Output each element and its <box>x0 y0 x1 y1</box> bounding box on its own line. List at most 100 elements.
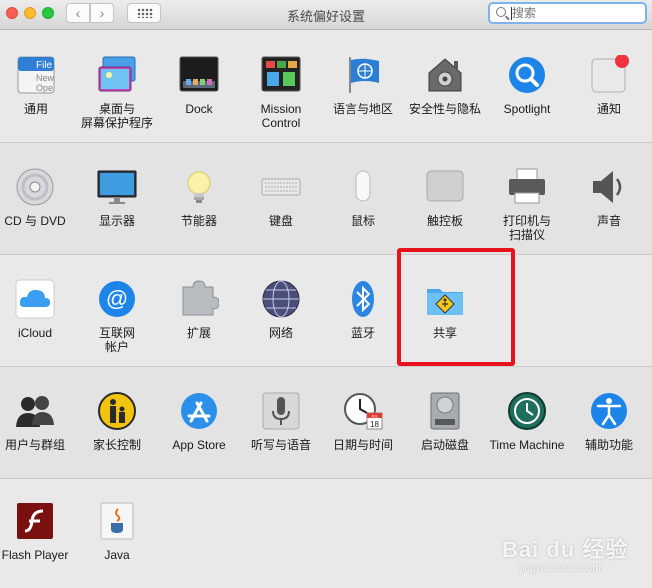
parental-controls-icon <box>97 391 137 431</box>
startup-disk-icon <box>425 391 465 431</box>
pane-network[interactable]: 网络 <box>240 279 322 340</box>
pane-extensions[interactable]: 扩展 <box>158 279 240 340</box>
pane-label: Dock <box>185 102 213 116</box>
watermark-brand: Bai du 经验 <box>502 537 629 562</box>
pane-general[interactable]: File New Ope 通用 <box>0 55 77 116</box>
flash-player-icon <box>15 501 55 541</box>
dictation-speech-icon <box>261 391 301 431</box>
general-file-text: File <box>36 60 53 71</box>
pane-label: Java <box>104 548 130 562</box>
title-bar: ‹ › 系统偏好设置 <box>0 0 652 30</box>
pane-label: 通知 <box>596 102 621 116</box>
pane-label: 家长控制 <box>92 438 141 452</box>
pane-parental-controls[interactable]: 家长控制 <box>76 391 158 452</box>
pane-mission-control[interactable]: Mission Control <box>240 55 322 130</box>
pane-accessibility[interactable]: 辅助功能 <box>568 391 650 452</box>
pane-dictation-speech[interactable]: 听写与语音 <box>240 391 322 452</box>
pane-energy-saver[interactable]: 节能器 <box>158 167 240 228</box>
pane-label: Time Machine <box>489 438 565 452</box>
general-new-text: New <box>36 73 55 83</box>
displays-icon <box>97 167 137 207</box>
pane-sound[interactable]: 声音 <box>568 167 650 228</box>
search-icon <box>496 7 506 17</box>
general-open-text: Ope <box>36 83 53 93</box>
users-groups-icon <box>15 391 55 431</box>
pane-spotlight[interactable]: Spotlight <box>486 55 568 116</box>
pane-label: 触控板 <box>426 214 463 228</box>
section-system: 用户与群组 家长控制 App Store 听写与语音 JUL 18 日期与时间 … <box>0 367 652 479</box>
network-icon <box>261 279 301 319</box>
pane-flash-player[interactable]: Flash Player <box>0 501 76 562</box>
pane-label: 键盘 <box>268 214 293 228</box>
pane-label: 蓝牙 <box>350 326 375 340</box>
keyboard-icon <box>261 167 301 207</box>
pane-label: 语言与地区 <box>332 102 393 116</box>
section-personal: File New Ope 通用 桌面与 屏幕保护程序 Dock Mission … <box>0 31 652 143</box>
accessibility-icon <box>589 391 629 431</box>
pane-keyboard[interactable]: 键盘 <box>240 167 322 228</box>
trackpad-icon <box>425 167 465 207</box>
pane-trackpad[interactable]: 触控板 <box>404 167 486 228</box>
pane-bluetooth[interactable]: 蓝牙 <box>322 279 404 340</box>
security-privacy-icon <box>425 55 465 95</box>
dock-icon <box>179 55 219 95</box>
pane-label: CD 与 DVD <box>4 214 66 228</box>
pane-dock[interactable]: Dock <box>158 55 240 116</box>
calendar-month-text: JUL <box>371 414 379 419</box>
bluetooth-icon <box>343 279 383 319</box>
pane-notifications[interactable]: 通知 <box>568 54 650 116</box>
cd-dvd-icon <box>15 167 55 207</box>
java-icon <box>97 501 137 541</box>
pane-label: 通用 <box>23 102 48 116</box>
pane-printers-scanners[interactable]: 打印机与 扫描仪 <box>486 167 568 242</box>
highlight-frame <box>397 248 515 366</box>
pane-label: 声音 <box>596 214 621 228</box>
pane-label: 显示器 <box>98 214 135 228</box>
pane-label: Flash Player <box>1 548 69 562</box>
pane-displays[interactable]: 显示器 <box>76 167 158 228</box>
pane-label: 听写与语音 <box>250 438 311 452</box>
pane-security-privacy[interactable]: 安全性与隐私 <box>404 55 486 116</box>
extensions-icon <box>179 279 220 319</box>
pane-label: Mission Control <box>260 102 302 130</box>
time-machine-icon <box>507 391 547 431</box>
energy-saver-icon <box>179 167 219 207</box>
icloud-icon <box>15 279 55 319</box>
pane-desktop-screensaver[interactable]: 桌面与 屏幕保护程序 <box>76 55 158 130</box>
pane-cd-dvd[interactable]: CD 与 DVD <box>0 167 76 228</box>
printer-scanner-icon <box>507 167 547 207</box>
date-time-icon: JUL 18 <box>343 391 383 431</box>
internet-accounts-icon: @ <box>97 279 137 319</box>
svg-text:@: @ <box>106 286 128 311</box>
pane-app-store[interactable]: App Store <box>158 391 240 452</box>
pane-internet-accounts[interactable]: @ 互联网 帐户 <box>76 279 158 354</box>
pane-label: 网络 <box>268 326 293 340</box>
search-box[interactable] <box>488 2 647 24</box>
calendar-day-text: 18 <box>370 420 379 429</box>
section-hardware: CD 与 DVD 显示器 节能器 键盘 鼠标 触控板 打印机与 扫描仪 声音 <box>0 143 652 255</box>
pane-startup-disk[interactable]: 启动磁盘 <box>404 391 486 452</box>
pane-label: 节能器 <box>180 214 217 228</box>
pane-icloud[interactable]: iCloud <box>0 279 76 340</box>
pane-time-machine[interactable]: Time Machine <box>486 391 568 452</box>
mouse-icon <box>343 167 383 207</box>
pane-language-region[interactable]: 语言与地区 <box>322 55 404 116</box>
sound-icon <box>589 167 629 207</box>
mission-control-icon <box>261 55 301 95</box>
pane-date-time[interactable]: JUL 18 日期与时间 <box>322 391 404 452</box>
section-internet-wireless: iCloud @ 互联网 帐户 扩展 网络 蓝牙 共享 <box>0 255 652 367</box>
pane-label: 互联网 帐户 <box>98 326 135 354</box>
pane-label: iCloud <box>17 326 53 340</box>
pane-label: 启动磁盘 <box>420 438 469 452</box>
pane-label: 日期与时间 <box>332 438 393 452</box>
pane-mouse[interactable]: 鼠标 <box>322 167 404 228</box>
search-input[interactable] <box>512 5 642 21</box>
pane-label: 辅助功能 <box>584 438 633 452</box>
general-icon: File New Ope <box>16 55 56 95</box>
pane-label: 扩展 <box>186 326 211 340</box>
pane-label: 打印机与 扫描仪 <box>502 214 551 242</box>
pane-users-groups[interactable]: 用户与群组 <box>0 391 76 452</box>
pane-java[interactable]: Java <box>76 501 158 562</box>
pane-label: Spotlight <box>503 102 551 116</box>
pane-label: 安全性与隐私 <box>408 102 481 116</box>
